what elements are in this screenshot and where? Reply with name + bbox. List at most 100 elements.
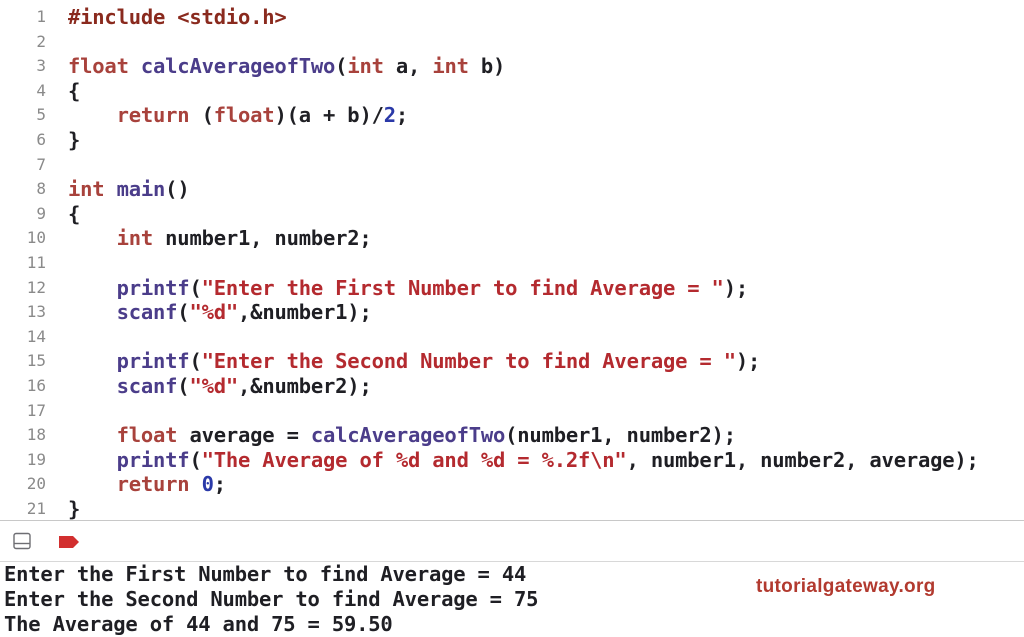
code-token: ;: [213, 472, 226, 497]
code-token: (: [189, 349, 202, 374]
code-token: calcAverageofTwo: [310, 423, 506, 448]
line-number: 11: [26, 253, 46, 272]
code-text: scanf("%d",&number2);: [68, 374, 372, 399]
console-line: Enter the First Number to find Average =…: [4, 562, 527, 586]
code-token: printf: [116, 349, 190, 374]
code-line[interactable]: 13 scanf("%d",&number1);: [0, 300, 1024, 325]
line-number: 6: [36, 130, 46, 149]
code-token: average =: [177, 423, 311, 448]
line-number: 5: [36, 105, 46, 125]
code-text: printf("Enter the Second Number to find …: [68, 349, 761, 374]
line-number: 8: [36, 179, 46, 199]
line-number: 7: [36, 154, 46, 174]
code-token: return: [116, 472, 190, 497]
code-token: int: [347, 54, 384, 79]
line-number: 14: [26, 326, 46, 346]
line-number: 3: [36, 56, 46, 76]
code-line[interactable]: 14: [0, 325, 1024, 350]
code-text: {: [68, 79, 80, 104]
line-number: 4: [36, 80, 46, 100]
code-token: calcAverageofTwo: [140, 54, 336, 79]
code-token: ,&number1);: [238, 300, 372, 325]
console-line: Enter the Second Number to find Average …: [4, 587, 539, 611]
panel-toggle-icon[interactable]: [13, 532, 31, 550]
code-line[interactable]: 11: [0, 251, 1024, 276]
console-line: The Average of 44 and 75 = 59.50: [4, 612, 393, 636]
code-token: b): [468, 54, 506, 79]
code-line[interactable]: 18 float average = calcAverageofTwo(numb…: [0, 423, 1024, 448]
code-token: )(a + b)/: [274, 103, 384, 128]
code-token: scanf: [116, 374, 178, 398]
code-line[interactable]: 10 int number1, number2;: [0, 226, 1024, 251]
line-number: 10: [26, 228, 46, 248]
code-token: int: [68, 177, 105, 202]
line-number: 21: [26, 499, 46, 518]
line-number: 1: [36, 7, 46, 26]
line-number: 15: [26, 351, 46, 371]
code-token: (: [177, 374, 190, 398]
code-token: , number1, number2, average);: [626, 447, 979, 472]
line-number: 9: [36, 203, 46, 223]
code-line[interactable]: 2: [0, 30, 1024, 55]
code-text: #include <stdio.h>: [68, 5, 287, 30]
code-text: scanf("%d",&number1);: [68, 300, 372, 325]
code-editor[interactable]: 1 #include <stdio.h> 2 3 float calcAverageof…: [0, 0, 1024, 520]
code-token: (number1, number2);: [505, 423, 736, 448]
code-line[interactable]: 15 printf("Enter the Second Number to fi…: [0, 349, 1024, 374]
code-token: (: [189, 103, 214, 128]
code-line[interactable]: 1 #include <stdio.h>: [0, 5, 1024, 30]
code-token: ;: [395, 103, 409, 128]
code-line[interactable]: 20 return 0;: [0, 472, 1024, 497]
code-token: }: [68, 128, 81, 152]
code-line[interactable]: 17: [0, 399, 1024, 424]
code-text: float average = calcAverageofTwo(number1…: [68, 423, 736, 448]
line-number: 17: [26, 400, 46, 420]
code-token: (): [165, 177, 190, 202]
line-number: 13: [26, 302, 46, 322]
code-token: {: [68, 201, 81, 226]
breakpoint-icon[interactable]: [58, 534, 80, 548]
code-line[interactable]: 5 return (float)(a + b)/2;: [0, 103, 1024, 128]
code-token: );: [723, 275, 748, 300]
code-token: a,: [383, 54, 433, 79]
code-text: int number1, number2;: [68, 226, 372, 251]
code-token: (: [335, 54, 348, 79]
code-text: int main(): [68, 177, 190, 202]
code-token: int: [116, 226, 154, 251]
code-text: printf("The Average of %d and %d = %.2f\…: [68, 448, 979, 473]
code-token: "%d": [189, 300, 239, 325]
code-line[interactable]: 21}: [0, 497, 1024, 520]
code-token: }: [68, 497, 81, 520]
code-token: printf: [116, 447, 190, 472]
code-line[interactable]: 19 printf("The Average of %d and %d = %.…: [0, 448, 1024, 473]
code-token: return: [116, 103, 190, 128]
console-output[interactable]: Enter the First Number to find Average =…: [0, 562, 1024, 636]
code-line[interactable]: 16 scanf("%d",&number2);: [0, 374, 1024, 399]
code-line[interactable]: 4{: [0, 79, 1024, 104]
code-line[interactable]: 7: [0, 153, 1024, 178]
code-line[interactable]: 8 int main(): [0, 177, 1024, 202]
code-token: 0: [201, 472, 214, 497]
code-line[interactable]: 12 printf("Enter the First Number to fin…: [0, 276, 1024, 301]
code-token: main: [116, 177, 166, 202]
code-token: "The Average of %d and %d = %.2f\n": [201, 447, 627, 472]
line-number: 20: [26, 474, 46, 494]
code-line[interactable]: 3 float calcAverageofTwo(int a, int b): [0, 54, 1024, 79]
code-line[interactable]: 9{: [0, 202, 1024, 227]
code-text: }: [68, 128, 80, 153]
code-text: printf("Enter the First Number to find A…: [68, 275, 749, 301]
code-token: printf: [116, 275, 190, 300]
code-token: ,&number2);: [238, 374, 372, 398]
line-number: 12: [26, 277, 46, 297]
code-token: int: [432, 54, 469, 79]
code-text: return 0;: [68, 472, 227, 497]
line-number: 18: [26, 425, 46, 445]
code-line[interactable]: 6}: [0, 128, 1024, 153]
